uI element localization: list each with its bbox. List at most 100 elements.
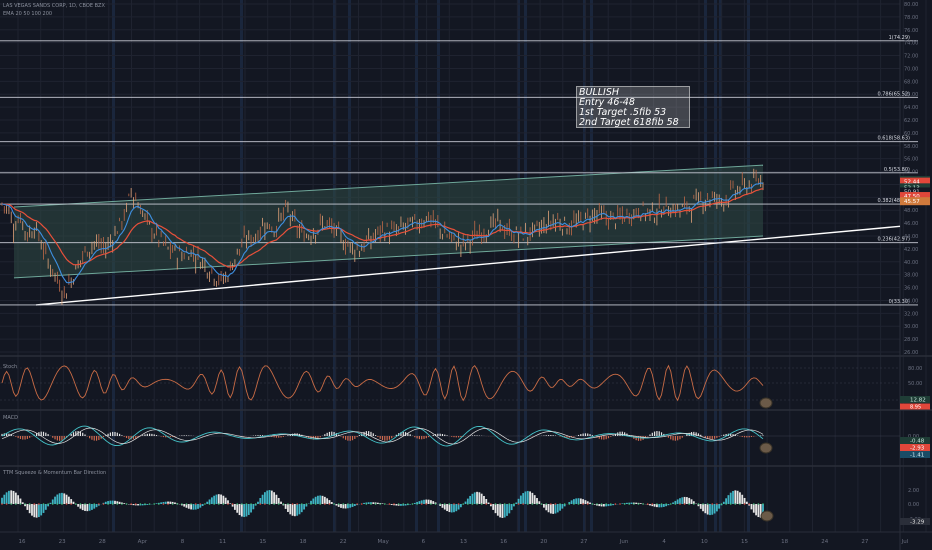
macd-histogram-bar [552, 435, 554, 436]
ttm-histogram-bar [709, 504, 711, 516]
ttm-histogram-bar [3, 494, 6, 504]
ttm-histogram-bar [88, 504, 91, 511]
macd-histogram-bar [72, 432, 75, 436]
ttm-squeeze-dot [434, 503, 437, 505]
ttm-histogram-bar [543, 504, 545, 508]
ttm-histogram-bar [252, 504, 255, 510]
ttm-histogram-bar [268, 490, 271, 504]
chart-canvas[interactable]: 1(74.29)0.786(65.52)0.618(58.63)0.5(53.8… [0, 0, 932, 550]
macd-pane-title[interactable]: MACD [3, 415, 18, 421]
ttm-squeeze-dot [310, 503, 312, 505]
macd-histogram-bar [547, 435, 550, 436]
ttm-squeeze-dot [485, 503, 488, 505]
macd-histogram-bar [345, 436, 347, 440]
price-label: 45.57 [904, 199, 920, 205]
ttm-histogram-bar [676, 499, 679, 504]
ttm-squeeze-dot [65, 503, 68, 505]
ttm-histogram-bar [556, 504, 559, 513]
ttm-histogram-bar [35, 504, 38, 518]
ttm-squeeze-dot [130, 503, 132, 505]
ttm-histogram-bar [86, 504, 89, 512]
ttm-squeeze-dot [522, 503, 524, 505]
time-tick-label: Jun [619, 539, 629, 545]
ttm-histogram-bar [287, 504, 289, 512]
time-tick-label: 13 [460, 539, 467, 545]
ttm-histogram-bar [40, 504, 43, 516]
ttm-squeeze-dot [98, 503, 100, 505]
macd-histogram-bar [425, 436, 427, 439]
ttm-histogram-bar [210, 497, 213, 504]
ttm-histogram-bar [91, 504, 93, 510]
ttm-histogram-bar [538, 501, 541, 504]
price-tick-label: 32.00 [904, 311, 918, 317]
ttm-squeeze-dot [540, 503, 543, 505]
ttm-squeeze-dot [480, 503, 483, 505]
stoch-pane-title[interactable]: Stoch [3, 364, 17, 370]
macd-histogram-bar [89, 436, 91, 439]
ttm-histogram-bar [683, 496, 686, 504]
ttm-squeeze-dot [300, 503, 303, 505]
macd-histogram-bar [142, 435, 144, 436]
macd-histogram-bar [428, 436, 430, 438]
macd-histogram-bar [160, 436, 162, 437]
ttm-squeeze-dot [397, 503, 400, 505]
macd-histogram-bar [146, 433, 148, 436]
ttm-histogram-bar [524, 491, 527, 504]
macd-histogram-bar [162, 436, 165, 438]
ttm-histogram-bar [296, 504, 299, 516]
macd-histogram-bar [19, 436, 22, 440]
macd-histogram-bar [169, 436, 171, 438]
macd-histogram-bar [393, 436, 395, 437]
ttm-squeeze-dot [729, 503, 732, 505]
macd-histogram-bar [135, 436, 137, 439]
ttm-histogram-bar [626, 502, 628, 504]
ttm-histogram-bar [146, 504, 149, 505]
macd-histogram-bar [474, 435, 476, 436]
ttm-squeeze-dot [453, 503, 455, 505]
ttm-histogram-bar [432, 501, 435, 504]
highlight-band [437, 0, 440, 532]
ema-indicator-legend[interactable]: EMA 20 50 100 200 [3, 11, 52, 17]
ttm-squeeze-dot [24, 503, 26, 505]
ttm-squeeze-dot [374, 503, 377, 505]
ttm-pane-title[interactable]: TTM Squeeze & Momentum Bar Direction [3, 470, 106, 476]
ttm-histogram-bar [496, 504, 499, 516]
highlight-band [714, 0, 717, 532]
time-tick-label: 18 [299, 539, 306, 545]
macd-histogram-bar [750, 436, 753, 437]
macd-histogram-bar [259, 435, 261, 436]
macd-histogram-bar [17, 436, 19, 439]
ttm-histogram-bar [725, 498, 728, 504]
ttm-histogram-bar [448, 504, 451, 513]
macd-histogram-bar [582, 433, 584, 436]
time-tick-label: 15 [741, 539, 748, 545]
trade-annotation-box[interactable]: BULLISH Entry 46-48 1st Target .5fib 53 … [576, 86, 690, 128]
ttm-histogram-bar [704, 504, 707, 514]
ttm-squeeze-dot [38, 503, 40, 505]
ttm-histogram-bar [132, 504, 135, 506]
ttm-squeeze-dot [351, 503, 354, 505]
ttm-squeeze-dot [448, 503, 451, 505]
ttm-histogram-bar [529, 491, 531, 504]
ttm-histogram-bar [56, 494, 59, 504]
ttm-squeeze-dot [711, 503, 714, 505]
time-tick-label: Apr [138, 539, 148, 545]
macd-histogram-bar [351, 436, 354, 441]
ttm-histogram-bar [335, 504, 338, 506]
ttm-histogram-bar [109, 500, 112, 504]
ttm-squeeze-dot [651, 503, 654, 505]
ttm-histogram-bar [33, 504, 36, 518]
ttm-squeeze-dot [217, 503, 220, 505]
ttm-histogram-bar [257, 501, 259, 504]
ttm-squeeze-dot [420, 503, 423, 505]
ttm-histogram-bar [450, 504, 453, 513]
price-tick-label: 44.00 [904, 234, 918, 240]
ttm-squeeze-dot [254, 503, 257, 505]
time-tick-label: 24 [821, 539, 828, 545]
time-tick-label: May [378, 539, 390, 545]
price-tick-label: 76.00 [904, 28, 918, 34]
ttm-histogram-bar [236, 504, 239, 513]
ttm-histogram-bar [658, 504, 661, 508]
ttm-histogram-bar [61, 492, 63, 504]
ttm-squeeze-dot [439, 503, 441, 505]
